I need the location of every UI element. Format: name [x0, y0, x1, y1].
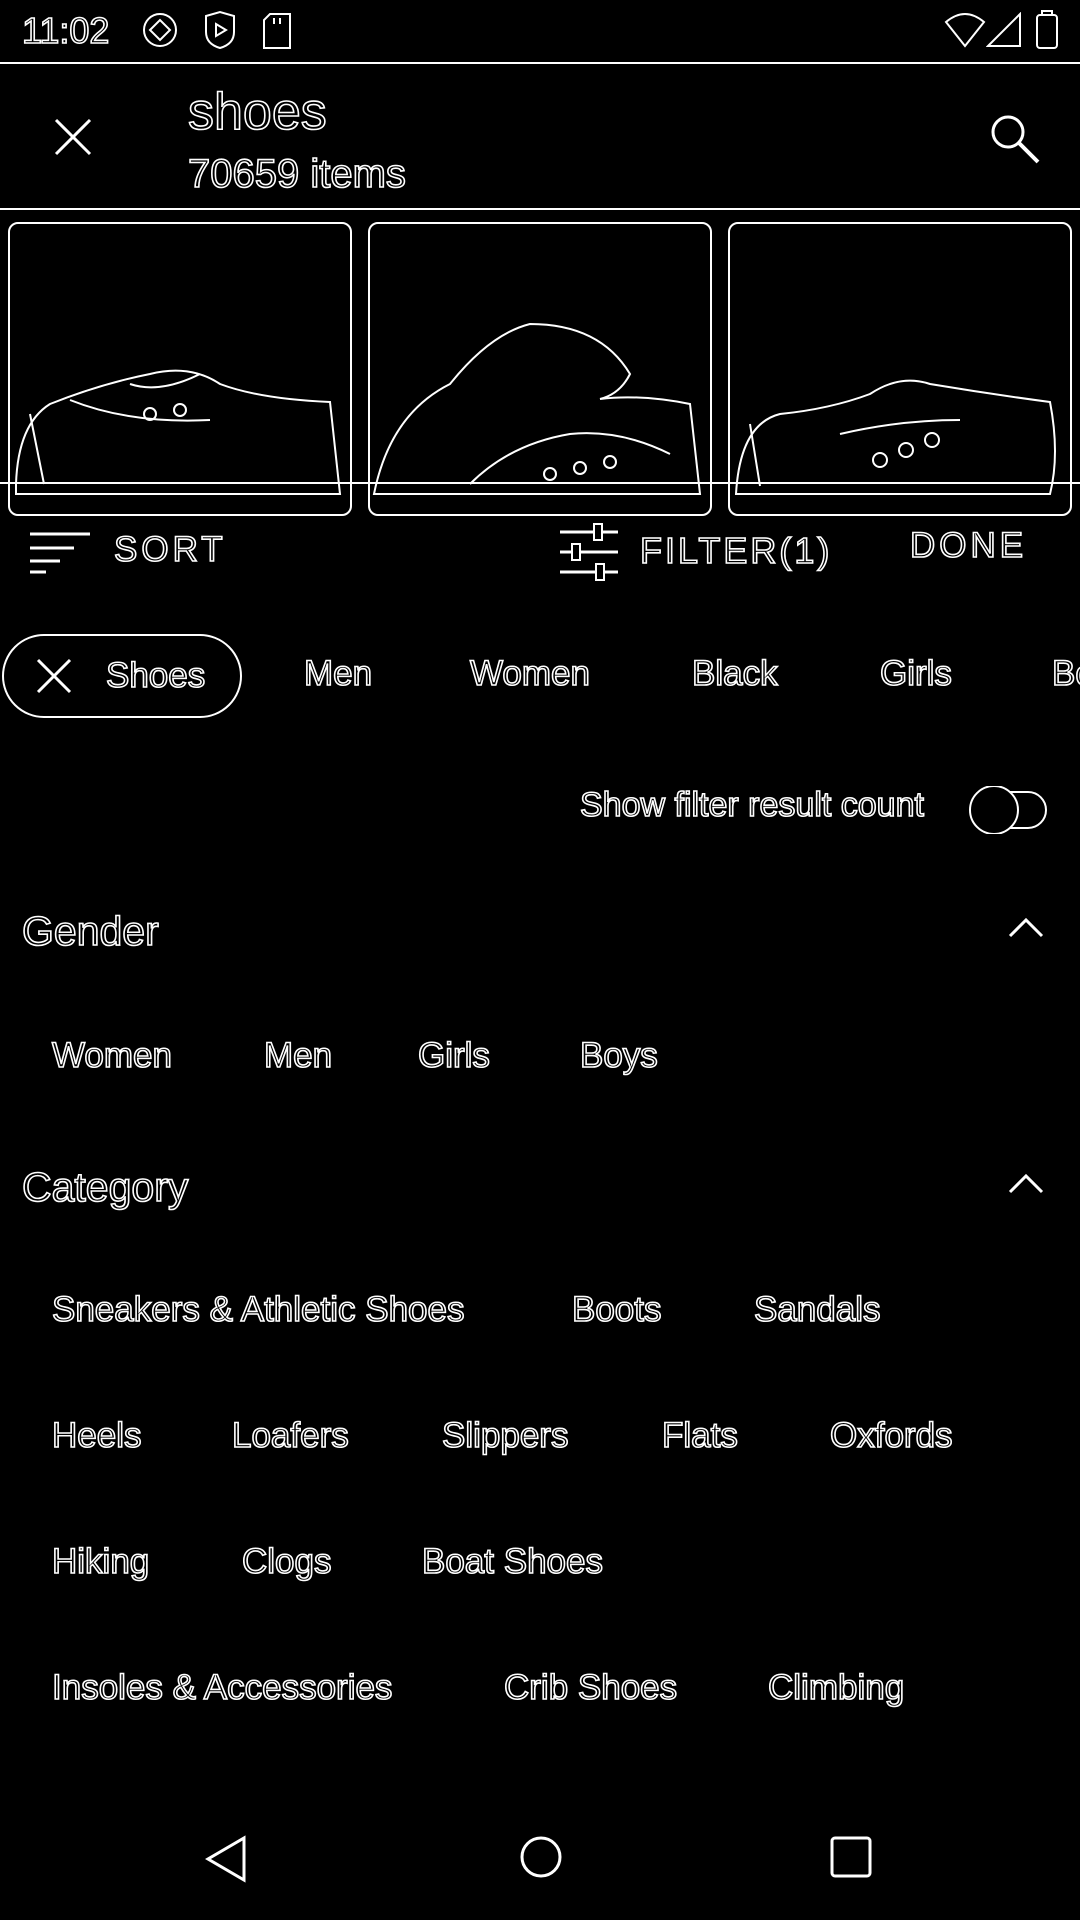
- category-option[interactable]: Hiking: [51, 1541, 150, 1582]
- category-option[interactable]: Insoles & Accessories: [51, 1667, 393, 1708]
- wifi-icon: [944, 13, 986, 48]
- category-option[interactable]: Flats: [661, 1415, 738, 1456]
- category-option[interactable]: Loafers: [231, 1415, 349, 1456]
- category-section-title: Category: [21, 1163, 189, 1211]
- filter-chips-row: Shoes Men Women Black Girls Bo: [0, 620, 1080, 730]
- signal-icon: [986, 12, 1021, 47]
- close-icon[interactable]: [34, 656, 74, 696]
- gender-option[interactable]: Girls: [417, 1035, 491, 1076]
- sort-filter-toolbar: SORT FILTER(1) DONE: [0, 484, 1080, 614]
- product-image-strip: [0, 210, 1080, 516]
- chevron-up-icon[interactable]: [1006, 914, 1046, 942]
- sd-card-icon: [263, 13, 291, 49]
- category-option[interactable]: Clogs: [241, 1541, 332, 1582]
- category-option[interactable]: Slippers: [441, 1415, 569, 1456]
- sort-icon: [30, 532, 90, 574]
- toggle-switch: [969, 785, 1047, 835]
- product-card[interactable]: [368, 222, 712, 516]
- filter-label: FILTER(1): [639, 529, 833, 572]
- category-option[interactable]: Climbing: [767, 1667, 905, 1708]
- filter-sliders-icon: [560, 523, 618, 581]
- chip-boys[interactable]: Bo: [1051, 653, 1080, 694]
- category-option[interactable]: Oxfords: [829, 1415, 953, 1456]
- category-option[interactable]: Heels: [51, 1415, 142, 1456]
- category-option[interactable]: Sandals: [753, 1289, 881, 1330]
- status-time: 11:02: [21, 9, 110, 52]
- battery-icon: [1036, 10, 1058, 49]
- done-button[interactable]: DONE: [909, 525, 1027, 566]
- category-option[interactable]: Sneakers & Athletic Shoes: [51, 1289, 465, 1330]
- gender-option[interactable]: Women: [51, 1035, 173, 1076]
- category-option[interactable]: Crib Shoes: [503, 1667, 678, 1708]
- product-card[interactable]: [8, 222, 352, 516]
- play-protect-icon: [205, 10, 235, 50]
- chip-black[interactable]: Black: [691, 653, 778, 694]
- category-option[interactable]: Boots: [571, 1289, 662, 1330]
- status-bar: 11:02: [0, 0, 1080, 64]
- gender-section-title: Gender: [21, 907, 159, 955]
- system-nav-bar: [0, 1800, 1080, 1920]
- recents-square-icon[interactable]: [828, 1834, 874, 1880]
- shoe-image: [372, 322, 702, 495]
- category-option[interactable]: Boat Shoes: [421, 1541, 604, 1582]
- search-icon[interactable]: [986, 110, 1042, 166]
- sort-button[interactable]: SORT: [24, 522, 244, 582]
- sync-notification-icon: [143, 13, 177, 47]
- shoe-image: [734, 379, 1056, 495]
- home-circle-icon[interactable]: [518, 1834, 564, 1880]
- filter-count-toggle[interactable]: [966, 785, 1050, 835]
- chip-women[interactable]: Women: [469, 653, 591, 694]
- gender-option[interactable]: Boys: [579, 1035, 658, 1076]
- chip-girls[interactable]: Girls: [879, 653, 953, 694]
- gender-option[interactable]: Men: [263, 1035, 333, 1076]
- filter-button[interactable]: FILTER(1): [556, 520, 846, 584]
- selected-chip[interactable]: Shoes: [2, 634, 242, 718]
- result-count: 70659 items: [187, 151, 407, 197]
- search-query[interactable]: shoes: [187, 82, 327, 142]
- product-card[interactable]: [728, 222, 1072, 516]
- selected-chip-label: Shoes: [105, 655, 206, 696]
- search-header: shoes 70659 items: [0, 64, 1080, 210]
- back-triangle-icon[interactable]: [204, 1834, 250, 1884]
- close-icon[interactable]: [50, 114, 96, 160]
- filter-count-label: Show filter result count: [579, 785, 925, 825]
- sort-label: SORT: [113, 529, 227, 570]
- shoe-image: [15, 369, 342, 495]
- chevron-up-icon[interactable]: [1006, 1170, 1046, 1198]
- chip-men[interactable]: Men: [303, 653, 373, 694]
